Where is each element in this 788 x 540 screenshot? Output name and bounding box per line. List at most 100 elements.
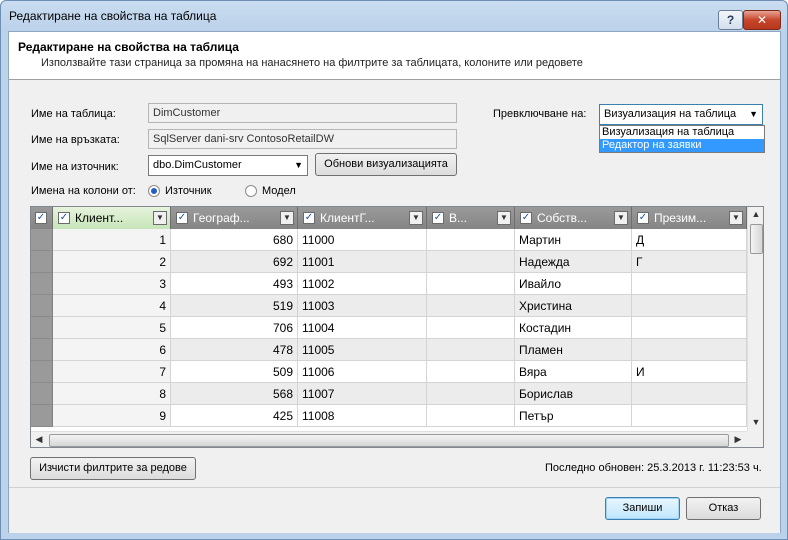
row-header[interactable] — [31, 339, 53, 361]
dropdown-option-query-editor[interactable]: Редактор на заявки — [600, 139, 764, 152]
column-header[interactable]: ✓ Презим... ▼ — [632, 207, 747, 229]
table-cell: 493 — [171, 273, 298, 295]
dialog-client: Редактиране на свойства на таблица Изпол… — [8, 31, 781, 533]
table-cell — [632, 295, 747, 317]
horizontal-scroll-thumb[interactable] — [49, 434, 729, 447]
column-header-label: В... — [449, 211, 468, 225]
column-header[interactable]: ✓ Собств... ▼ — [515, 207, 632, 229]
column-checkbox[interactable]: ✓ — [176, 212, 188, 224]
refresh-preview-button[interactable]: Обнови визуализацията — [315, 153, 457, 176]
table-cell: Борислав — [515, 383, 632, 405]
help-button[interactable]: ? — [718, 10, 743, 30]
cancel-button[interactable]: Отказ — [686, 497, 761, 520]
filter-dropdown-icon[interactable]: ▼ — [497, 211, 511, 225]
table-cell: Петър — [515, 405, 632, 427]
clear-row-filters-button[interactable]: Изчисти филтрите за редове — [30, 457, 196, 480]
switch-to-combo[interactable]: Визуализация на таблица ▼ — [599, 104, 763, 125]
table-row[interactable]: 8 568 11007 Борислав — [31, 383, 747, 405]
dialog-header: Редактиране на свойства на таблица Изпол… — [9, 32, 780, 80]
row-header[interactable] — [31, 273, 53, 295]
filter-dropdown-icon[interactable]: ▼ — [409, 211, 423, 225]
switch-to-label: Превключване на: — [493, 108, 587, 120]
table-row[interactable]: 9 425 11008 Петър — [31, 405, 747, 427]
filter-dropdown-icon[interactable]: ▼ — [614, 211, 628, 225]
filter-dropdown-icon[interactable]: ▼ — [729, 211, 743, 225]
table-cell: 692 — [171, 251, 298, 273]
connection-name-field: SqlServer dani-srv ContosoRetailDW — [148, 129, 457, 149]
table-cell — [427, 295, 515, 317]
column-header[interactable]: ✓ Клиент... ▼ — [53, 207, 171, 229]
column-checkbox[interactable]: ✓ — [303, 212, 315, 224]
header-description: Използвайте тази страница за промяна на … — [41, 57, 583, 69]
vertical-scroll-thumb[interactable] — [750, 224, 763, 254]
column-header-label: Презим... — [654, 211, 707, 225]
header-title: Редактиране на свойства на таблица — [18, 40, 239, 54]
scroll-up-icon[interactable]: ▲ — [749, 209, 763, 219]
table-cell — [632, 273, 747, 295]
row-header[interactable] — [31, 317, 53, 339]
table-row[interactable]: 3 493 11002 Ивайло — [31, 273, 747, 295]
dropdown-option-table-preview[interactable]: Визуализация на таблица — [600, 126, 764, 139]
table-cell: 11002 — [298, 273, 427, 295]
window-title: Редактиране на свойства на таблица — [9, 9, 217, 23]
column-checkbox[interactable]: ✓ — [58, 212, 70, 224]
table-name-field: DimCustomer — [148, 103, 457, 123]
scroll-left-icon[interactable]: ◀ — [32, 434, 46, 445]
table-cell: 478 — [171, 339, 298, 361]
row-header[interactable] — [31, 229, 53, 251]
filter-dropdown-icon[interactable]: ▼ — [280, 211, 294, 225]
chevron-down-icon: ▼ — [749, 109, 758, 119]
source-name-combo[interactable]: dbo.DimCustomer ▼ — [148, 155, 308, 176]
table-cell: 425 — [171, 405, 298, 427]
save-button[interactable]: Запиши — [605, 497, 680, 520]
column-names-label: Имена на колони от: — [31, 185, 136, 197]
table-cell — [427, 339, 515, 361]
table-cell: 11001 — [298, 251, 427, 273]
table-row[interactable]: 6 478 11005 Пламен — [31, 339, 747, 361]
table-row[interactable]: 7 509 11006 Вяра И — [31, 361, 747, 383]
row-header[interactable] — [31, 251, 53, 273]
table-cell: 11004 — [298, 317, 427, 339]
table-cell — [427, 383, 515, 405]
column-checkbox[interactable]: ✓ — [432, 212, 444, 224]
table-cell: 519 — [171, 295, 298, 317]
row-header[interactable] — [31, 383, 53, 405]
row-header[interactable] — [31, 295, 53, 317]
table-cell: 706 — [171, 317, 298, 339]
column-header-label: Собств... — [537, 211, 587, 225]
row-header[interactable] — [31, 405, 53, 427]
table-cell: 3 — [53, 273, 171, 295]
close-button[interactable]: ✕ — [743, 10, 781, 30]
chevron-down-icon: ▼ — [294, 160, 303, 170]
table-cell: 680 — [171, 229, 298, 251]
radio-source[interactable] — [148, 185, 160, 197]
scroll-right-icon[interactable]: ▶ — [731, 434, 745, 445]
select-all-checkbox[interactable]: ✓ — [35, 212, 47, 224]
table-cell: 11005 — [298, 339, 427, 361]
table-cell — [427, 317, 515, 339]
table-row[interactable]: 4 519 11003 Христина — [31, 295, 747, 317]
table-cell — [632, 317, 747, 339]
table-row[interactable]: 5 706 11004 Костадин — [31, 317, 747, 339]
column-header[interactable]: ✓ КлиентГ... ▼ — [298, 207, 427, 229]
column-header[interactable]: ✓ Географ... ▼ — [171, 207, 298, 229]
radio-model-label[interactable]: Модел — [262, 185, 296, 197]
table-cell: Христина — [515, 295, 632, 317]
scroll-down-icon[interactable]: ▼ — [749, 417, 763, 427]
column-checkbox[interactable]: ✓ — [520, 212, 532, 224]
vertical-scrollbar[interactable]: ▲ ▼ — [747, 207, 763, 431]
table-row[interactable]: 2 692 11001 Надежда Г — [31, 251, 747, 273]
row-header[interactable] — [31, 361, 53, 383]
table-cell: Ивайло — [515, 273, 632, 295]
radio-source-label[interactable]: Източник — [165, 185, 212, 197]
column-checkbox[interactable]: ✓ — [637, 212, 649, 224]
horizontal-scrollbar[interactable]: ◀ ▶ — [31, 431, 747, 447]
table-cell: Мартин — [515, 229, 632, 251]
table-row[interactable]: 1 680 11000 Мартин Д — [31, 229, 747, 251]
filter-dropdown-icon[interactable]: ▼ — [153, 211, 167, 225]
switch-to-value: Визуализация на таблица — [604, 108, 737, 120]
table-cell — [632, 339, 747, 361]
select-all-header[interactable]: ✓ — [31, 207, 53, 229]
column-header[interactable]: ✓ В... ▼ — [427, 207, 515, 229]
radio-model[interactable] — [245, 185, 257, 197]
